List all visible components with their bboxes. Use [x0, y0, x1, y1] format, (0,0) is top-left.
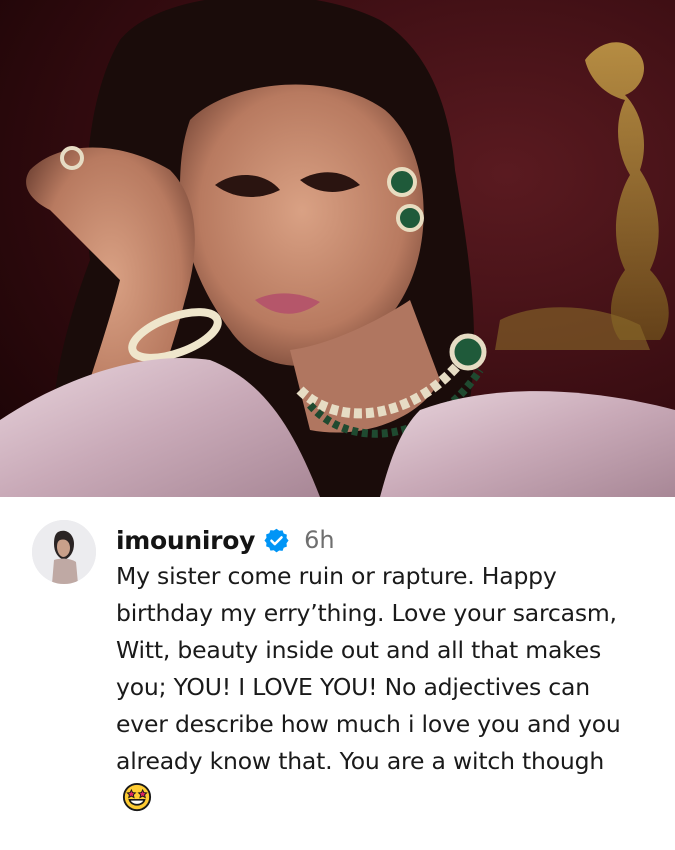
portrait-image	[0, 0, 675, 497]
verified-badge-icon	[263, 527, 290, 554]
profile-avatar-icon	[32, 520, 96, 584]
avatar[interactable]	[32, 520, 96, 584]
star-struck-emoji-icon	[122, 782, 152, 812]
comment-header: imouniroy 6h	[116, 520, 335, 560]
comment-timestamp: 6h	[304, 526, 335, 554]
username-link[interactable]: imouniroy	[116, 526, 255, 555]
comment-body: My sister come ruin or rapture. Happy bi…	[116, 558, 636, 817]
post-photo[interactable]	[0, 0, 675, 497]
comment-text: My sister come ruin or rapture. Happy bi…	[116, 562, 621, 775]
